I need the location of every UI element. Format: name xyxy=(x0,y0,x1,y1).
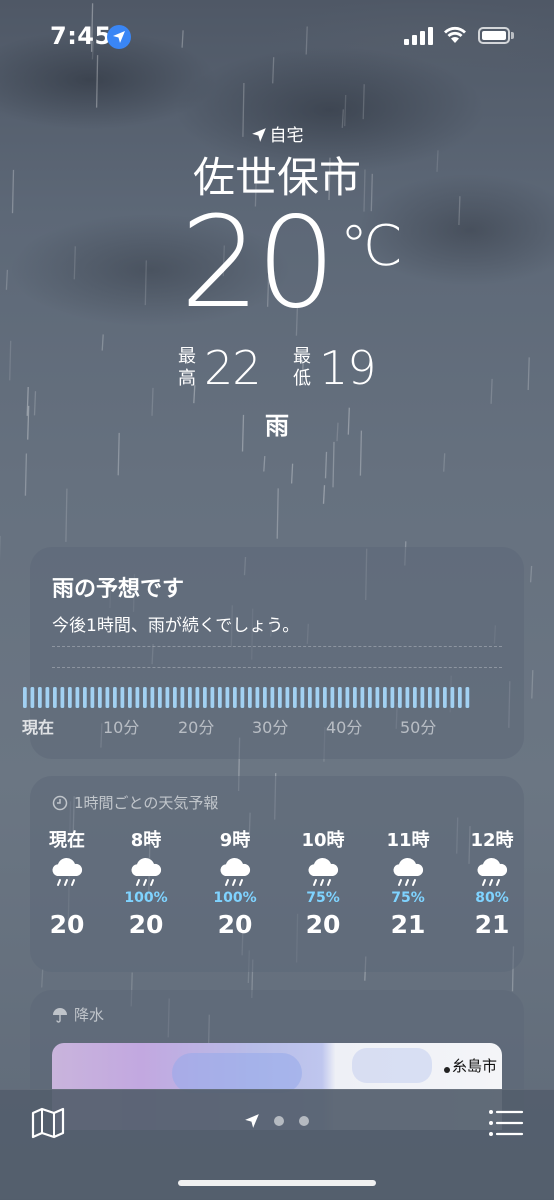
precipitation-heading-text: 降水 xyxy=(74,1006,104,1024)
battery-icon xyxy=(478,27,510,44)
rain-card-title: 雨の予想です xyxy=(52,571,184,603)
hour-label: 8時 xyxy=(106,826,186,852)
weather-condition: 雨 xyxy=(0,406,554,441)
rain-card-subtitle: 今後1時間、雨が続くでしょう。 xyxy=(52,611,299,636)
hourly-heading-text: 1時間ごとの天気予報 xyxy=(74,794,218,812)
hour-label: 9時 xyxy=(195,826,275,852)
tick-label: 50分 xyxy=(400,714,436,738)
tick-label: 40分 xyxy=(326,714,362,738)
wifi-icon xyxy=(442,24,468,44)
tick-label: 20分 xyxy=(178,714,214,738)
precip-chance: 75% xyxy=(368,890,448,908)
cellular-signal-icon xyxy=(404,27,434,45)
umbrella-icon xyxy=(52,1007,68,1023)
hour-label: 現在 xyxy=(27,826,107,852)
high-value: 22 xyxy=(204,344,261,392)
hour-label: 12時 xyxy=(452,826,532,852)
hour-item: 現在 20 xyxy=(27,826,107,939)
precip-chance: 100% xyxy=(195,890,275,908)
hour-item: 8時 100% 20 xyxy=(106,826,186,939)
precip-chance: 100% xyxy=(106,890,186,908)
hourly-list[interactable]: 現在208時100%209時100%2010時75%2011時75%2112時8… xyxy=(30,826,524,966)
precipitation-heading: 降水 xyxy=(52,1004,104,1025)
hour-temperature: 20 xyxy=(283,910,363,939)
page-dot[interactable] xyxy=(274,1116,284,1126)
location-list-icon[interactable] xyxy=(488,1108,524,1138)
home-indicator[interactable] xyxy=(178,1180,376,1186)
page-dot[interactable] xyxy=(299,1116,309,1126)
hour-item: 10時 75% 20 xyxy=(283,826,363,939)
chart-gridline xyxy=(52,646,502,647)
low-value: 19 xyxy=(319,344,376,392)
rain-radar-area xyxy=(172,1053,302,1093)
map-place-label: 糸島市 xyxy=(452,1055,497,1076)
tick-label: 現在 xyxy=(22,714,54,738)
high-label: 最高 xyxy=(178,346,198,390)
chart-gridline xyxy=(52,667,502,668)
tick-label: 30分 xyxy=(252,714,288,738)
location-services-icon xyxy=(107,25,131,49)
hour-temperature: 21 xyxy=(452,910,532,939)
hour-label: 10時 xyxy=(283,826,363,852)
battery-tip xyxy=(511,32,514,39)
current-temperature: 20 xyxy=(180,200,332,326)
hour-temperature: 20 xyxy=(106,910,186,939)
temperature-unit: ℃ xyxy=(340,214,403,279)
hour-temperature: 21 xyxy=(368,910,448,939)
current-location-page-icon[interactable] xyxy=(244,1113,260,1129)
map-icon[interactable] xyxy=(30,1106,66,1140)
hour-temperature: 20 xyxy=(27,910,107,939)
home-label: 自宅 xyxy=(270,126,304,146)
hour-temperature: 20 xyxy=(195,910,275,939)
low-label: 最低 xyxy=(293,346,313,390)
location-row: 自宅 xyxy=(0,121,554,146)
clock-icon xyxy=(52,795,68,811)
rain-intensity-bars xyxy=(22,686,472,710)
status-bar: 7:45 xyxy=(0,0,554,70)
hour-item: 12時 80% 21 xyxy=(452,826,532,939)
precip-chance: 80% xyxy=(452,890,532,908)
hour-item: 11時 75% 21 xyxy=(368,826,448,939)
tick-label: 10分 xyxy=(103,714,139,738)
map-location-dot xyxy=(444,1067,450,1073)
rain-time-axis: 現在 10分 20分 30分 40分 50分 xyxy=(22,714,472,738)
hourly-forecast-card[interactable]: 1時間ごとの天気予報 現在208時100%209時100%2010時75%201… xyxy=(30,776,524,972)
precip-chance: 75% xyxy=(283,890,363,908)
location-arrow-icon xyxy=(251,127,267,143)
status-time: 7:45 xyxy=(50,22,112,50)
rain-radar-area xyxy=(352,1048,432,1083)
hourly-heading: 1時間ごとの天気予報 xyxy=(52,792,218,813)
hour-item: 9時 100% 20 xyxy=(195,826,275,939)
hour-label: 11時 xyxy=(368,826,448,852)
